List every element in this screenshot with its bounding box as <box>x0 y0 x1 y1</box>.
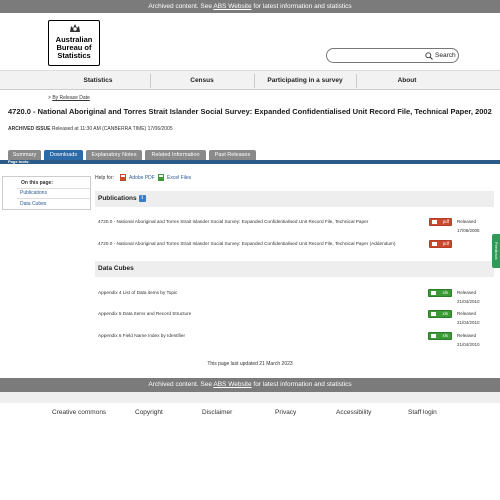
sidebar-link-data-cubes[interactable]: Data Cubes <box>20 201 46 207</box>
excel-files-help-link[interactable]: Excel Files <box>167 175 191 181</box>
pdf-file-icon <box>120 174 126 181</box>
excel-file-icon <box>158 174 164 181</box>
nav-item-census[interactable]: Census <box>152 71 252 91</box>
divider <box>17 198 90 199</box>
publications-heading-text: Publications <box>98 195 137 202</box>
search-button[interactable]: Search <box>425 50 459 62</box>
breadcrumb: > By Release Date <box>48 95 90 101</box>
on-this-page-box: On this page: Publications Data Cubes <box>2 176 91 210</box>
tab-past-releases[interactable]: Past Releases <box>209 150 256 160</box>
publication-item-title[interactable]: 4720.0 - National Aboriginal and Torres … <box>98 241 395 246</box>
issue-line: ARCHIVED ISSUE Released at 11:30 AM (CAN… <box>8 126 173 132</box>
issue-label: ARCHIVED ISSUE <box>8 126 51 132</box>
feedback-tab[interactable]: Feedback <box>492 234 500 268</box>
archive-notice-suffix: for latest information and statistics <box>251 3 352 10</box>
footer-link-creative-commons[interactable]: Creative commons <box>52 409 106 416</box>
info-icon[interactable]: i <box>138 194 146 202</box>
data-cubes-heading: Data Cubes <box>95 261 494 277</box>
data-cube-item-title[interactable]: Appendix 5 Data Items and Record Structu… <box>98 311 191 316</box>
search-icon <box>425 52 433 60</box>
released-date: 21/04/2010 <box>457 299 480 304</box>
released-label: Released <box>457 311 477 316</box>
released-label: Released <box>457 333 477 338</box>
archive-notice-suffix: for latest information and statistics <box>251 381 352 388</box>
sidebar-link-publications[interactable]: Publications <box>20 190 47 196</box>
tab-downloads[interactable]: Downloads <box>44 150 83 160</box>
footer-link-copyright[interactable]: Copyright <box>135 409 163 416</box>
abs-website-link[interactable]: ABS Website <box>213 3 251 10</box>
on-this-page-title: On this page: <box>21 180 53 186</box>
site-header: Australian Bureau of Statistics Search <box>0 13 500 70</box>
search-button-label: Search <box>435 52 456 59</box>
footer-link-privacy[interactable]: Privacy <box>275 409 296 416</box>
released-date: 17/06/2005 <box>457 228 480 233</box>
nav-item-about[interactable]: About <box>357 71 457 91</box>
xls-download-icon[interactable]: xls <box>428 289 452 297</box>
pdf-download-icon[interactable]: pdf <box>429 240 452 248</box>
data-cube-item-title[interactable]: Appendix 4 List of Data items by Topic <box>98 290 177 295</box>
data-cube-item-title[interactable]: Appendix 6 Field Name Index by Identifie… <box>98 333 185 338</box>
footer-link-staff-login[interactable]: Staff login <box>408 409 437 416</box>
nav-item-participating[interactable]: Participating in a survey <box>255 71 355 91</box>
issue-release-text: Released at 11:30 AM (CANBERRA TIME) 17/… <box>50 126 173 132</box>
coat-of-arms-icon <box>70 24 80 32</box>
publications-heading: Publications i <box>95 191 494 207</box>
adobe-pdf-help-link[interactable]: Adobe PDF <box>129 175 155 181</box>
released-label: Released <box>457 290 477 295</box>
footer-link-disclaimer[interactable]: Disclaimer <box>202 409 232 416</box>
released-label: Released <box>457 219 477 224</box>
logo-line-3: Statistics <box>57 51 91 60</box>
help-for-label: Help for: <box>95 175 114 181</box>
abs-logo[interactable]: Australian Bureau of Statistics <box>48 20 100 66</box>
archive-notice-bar: Archived content. See ABS Website for la… <box>0 0 500 13</box>
search-input[interactable] <box>333 51 425 61</box>
nav-item-statistics[interactable]: Statistics <box>48 71 148 91</box>
archive-notice-prefix: Archived content. See <box>148 3 214 10</box>
publication-item-title[interactable]: 4720.0 - National Aboriginal and Torres … <box>98 219 368 224</box>
page-tools-label: Page tools: <box>8 159 30 164</box>
tab-related-information[interactable]: Related Information <box>145 150 206 160</box>
pdf-download-icon[interactable]: pdf <box>429 218 452 226</box>
archive-notice-bar-bottom: Archived content. See ABS Website for la… <box>0 378 500 392</box>
abs-website-link[interactable]: ABS Website <box>213 381 251 388</box>
footer-band <box>0 392 500 403</box>
nav-divider <box>150 74 151 88</box>
page-title: 4720.0 - National Aboriginal and Torres … <box>8 107 492 116</box>
tab-underline-bar <box>0 160 500 164</box>
divider <box>17 188 90 189</box>
xls-download-icon[interactable]: xls <box>428 332 452 340</box>
search-box: Search <box>326 48 459 63</box>
breadcrumb-link-by-release-date[interactable]: By Release Date <box>52 95 90 101</box>
main-nav: Statistics Census Participating in a sur… <box>0 70 500 90</box>
released-date: 21/04/2010 <box>457 320 480 325</box>
last-updated-text: This page last updated 21 March 2023 <box>207 361 293 367</box>
tab-explanatory-notes[interactable]: Explanatory Notes <box>86 150 142 160</box>
released-date: 21/04/2010 <box>457 342 480 347</box>
footer-link-accessibility[interactable]: Accessibility <box>336 409 371 416</box>
xls-download-icon[interactable]: xls <box>428 310 452 318</box>
archive-notice-prefix: Archived content. See <box>148 381 214 388</box>
